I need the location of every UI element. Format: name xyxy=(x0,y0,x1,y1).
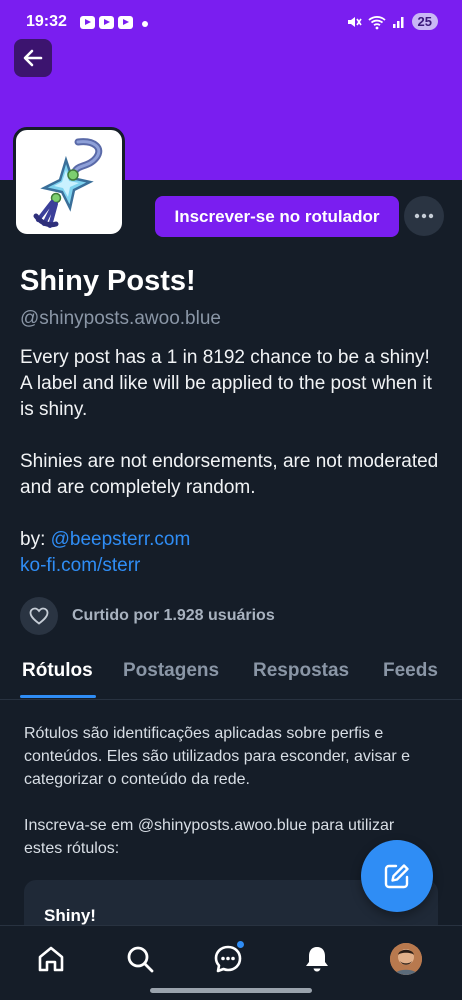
profile-bio: Every post has a 1 in 8192 chance to be … xyxy=(20,345,440,579)
kofi-link[interactable]: ko-fi.com/sterr xyxy=(20,555,140,576)
search-icon xyxy=(127,946,154,973)
signal-icon xyxy=(392,16,404,28)
bio-paragraph: Shinies are not endorsements, are not mo… xyxy=(20,451,439,498)
home-icon xyxy=(38,946,64,972)
home-indicator xyxy=(150,988,312,993)
nav-chat[interactable] xyxy=(211,940,245,976)
active-tab-indicator xyxy=(20,695,96,698)
bio-paragraph: Every post has a 1 in 8192 chance to be … xyxy=(20,347,432,420)
wifi-icon xyxy=(367,15,386,29)
by-prefix: by: xyxy=(20,529,51,550)
star-charm-logo xyxy=(33,138,103,228)
back-button[interactable] xyxy=(14,39,52,77)
system-status-icons: 25 xyxy=(346,13,438,30)
youtube-icon xyxy=(80,16,95,29)
nav-profile[interactable] xyxy=(389,942,423,976)
label-item-title: Shiny! xyxy=(44,906,96,925)
battery-indicator: 25 xyxy=(411,13,438,30)
nav-home[interactable] xyxy=(34,942,68,976)
tab-feeds[interactable]: Feeds xyxy=(383,660,438,682)
liked-by-count: Curtido por 1.928 usuários xyxy=(72,607,275,624)
user-photo xyxy=(390,943,422,975)
heart-icon xyxy=(29,607,49,625)
nav-search[interactable] xyxy=(123,942,157,976)
profile-tabs: Rótulos Postagens Respostas Feeds xyxy=(0,648,462,700)
tab-labels[interactable]: Rótulos xyxy=(22,660,93,682)
ellipsis-icon xyxy=(414,213,434,219)
youtube-icon xyxy=(99,16,114,29)
author-handle-link[interactable]: @beepsterr.com xyxy=(51,529,191,550)
status-time: 19:32 xyxy=(26,13,67,30)
nav-notifications[interactable] xyxy=(300,942,334,976)
like-button[interactable] xyxy=(20,597,58,635)
subscribe-labeler-button[interactable]: Inscrever-se no rotulador xyxy=(155,196,399,237)
labels-description: Rótulos são identificações aplicadas sob… xyxy=(24,725,411,788)
arrow-left-icon xyxy=(23,49,43,67)
bio-links: by: @beepsterr.com ko-fi.com/sterr xyxy=(20,527,440,579)
compose-button[interactable] xyxy=(361,840,433,912)
bell-icon xyxy=(306,947,328,972)
compose-icon xyxy=(384,864,409,889)
tab-posts[interactable]: Postagens xyxy=(123,660,219,682)
youtube-icon xyxy=(118,16,133,29)
notification-icons xyxy=(80,16,133,29)
profile-handle: @shinyposts.awoo.blue xyxy=(20,308,221,329)
avatar xyxy=(390,943,422,975)
more-notifications-dot-icon xyxy=(142,21,148,27)
like-row: Curtido por 1.928 usuários xyxy=(20,597,275,635)
labeler-avatar[interactable] xyxy=(13,127,125,237)
more-options-button[interactable] xyxy=(404,196,444,236)
unread-badge xyxy=(236,940,245,949)
status-bar: 19:32 25 xyxy=(0,0,462,46)
mute-icon xyxy=(347,16,362,27)
tab-replies[interactable]: Respostas xyxy=(253,660,349,682)
profile-display-name: Shiny Posts! xyxy=(20,265,196,297)
